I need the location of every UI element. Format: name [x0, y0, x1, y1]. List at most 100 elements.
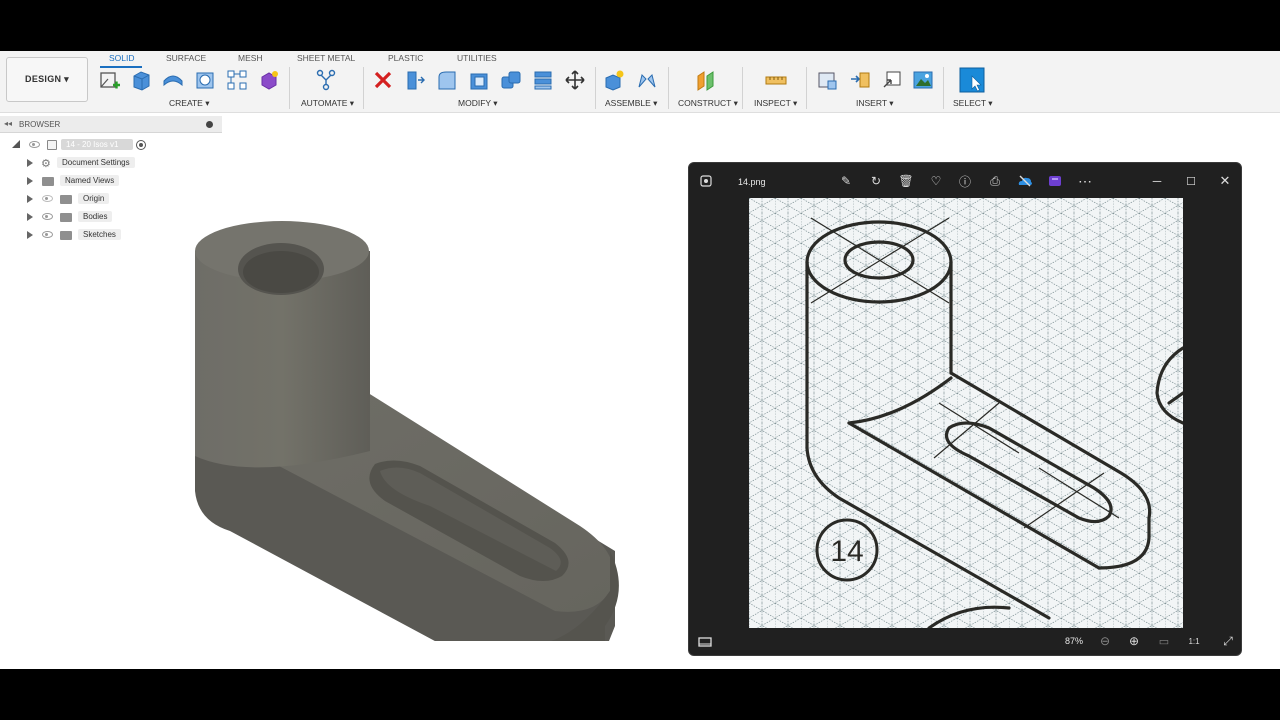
toolbar-separator [363, 67, 364, 109]
new-component-icon[interactable] [603, 69, 625, 91]
offset-plane-icon[interactable] [695, 69, 717, 91]
press-pull-icon[interactable] [404, 69, 426, 91]
toolbar-separator [595, 67, 596, 109]
tab-mesh[interactable]: MESH [238, 53, 263, 63]
joint-icon[interactable] [636, 69, 658, 91]
tab-utilities[interactable]: UTILITIES [457, 53, 497, 63]
insert-canvas-icon[interactable] [912, 69, 934, 91]
zoom-out-icon[interactable]: ⊖ [1097, 633, 1113, 649]
tab-solid[interactable]: SOLID [109, 53, 135, 63]
visibility-eye-icon[interactable] [42, 231, 53, 238]
onedrive-icon[interactable] [1017, 173, 1033, 189]
insert-mcmaster-icon[interactable] [849, 69, 871, 91]
minimize-icon[interactable]: ─ [1149, 173, 1165, 189]
toolbar-separator [668, 67, 669, 109]
visibility-eye-icon[interactable] [42, 195, 53, 202]
insert-group-label[interactable]: INSERT ▾ [856, 98, 894, 109]
expand-triangle-icon[interactable] [27, 213, 33, 221]
tree-label-document-settings[interactable]: Document Settings [57, 157, 135, 168]
revolve-icon[interactable] [162, 69, 184, 91]
select-icon[interactable] [959, 67, 985, 93]
insert-derive-icon[interactable] [816, 69, 838, 91]
info-icon[interactable]: ⓘ [957, 173, 973, 189]
tree-label-sketches[interactable]: Sketches [78, 229, 121, 240]
actual-size-icon[interactable]: 1:1 [1186, 633, 1202, 649]
rectangular-pattern-icon[interactable] [226, 69, 248, 91]
fit-window-icon[interactable]: ▭ [1156, 633, 1172, 649]
delete-icon[interactable]: 🗑 [898, 173, 914, 189]
photos-viewer-window: 14.png ✎ ↻ 🗑 ♡ ⓘ ⎙ ⋯ ─ ☐ ✕ 14 87% ⊖ ⊕ ▭ … [688, 162, 1242, 656]
isometric-drawing: 14 [749, 198, 1183, 628]
combine-icon[interactable] [500, 69, 522, 91]
collapse-browser-icon[interactable]: ◂◂ [4, 119, 12, 128]
model-boss-hole-inner [243, 251, 319, 293]
document-name[interactable]: 14 - 20 Isos v1 [61, 139, 133, 150]
filmstrip-icon[interactable] [697, 634, 713, 650]
design-workspace-button[interactable]: DESIGN ▾ [6, 57, 88, 102]
toolbar-separator [806, 67, 807, 109]
construct-group-label[interactable]: CONSTRUCT ▾ [678, 98, 738, 109]
tree-row-document[interactable]: 14 - 20 Isos v1 [0, 137, 222, 153]
folder-icon [60, 195, 72, 204]
tree-label-named-views[interactable]: Named Views [60, 175, 120, 186]
insert-mesh-icon[interactable] [881, 69, 903, 91]
inspect-group-label[interactable]: INSPECT ▾ [754, 98, 797, 109]
fusion-app-window: DESIGN ▾ SOLID SURFACE MESH SHEET METAL … [0, 51, 1280, 669]
photo-image[interactable]: 14 [749, 198, 1183, 628]
automate-group-label[interactable]: AUTOMATE ▾ [301, 98, 354, 109]
document-icon [47, 140, 57, 150]
zoom-level[interactable]: 87% [1065, 636, 1083, 646]
offset-face-icon[interactable] [532, 69, 554, 91]
favorite-icon[interactable]: ♡ [928, 173, 944, 189]
more-icon[interactable]: ⋯ [1077, 173, 1093, 189]
edit-icon[interactable]: ✎ [838, 173, 854, 189]
clipchamp-icon[interactable] [1047, 173, 1063, 189]
tab-sheet-metal[interactable]: SHEET METAL [297, 53, 355, 63]
close-icon[interactable]: ✕ [1217, 173, 1233, 189]
visibility-eye-icon[interactable] [29, 141, 40, 148]
shell-icon[interactable] [468, 69, 490, 91]
expand-triangle-icon[interactable] [27, 195, 33, 203]
delete-icon[interactable] [372, 69, 394, 91]
folder-icon [60, 231, 72, 240]
print-icon[interactable]: ⎙ [987, 173, 1003, 189]
extrude-icon[interactable] [130, 69, 152, 91]
toolbar-separator [943, 67, 944, 109]
create-group-label[interactable]: CREATE ▾ [169, 98, 209, 109]
modify-group-label[interactable]: MODIFY ▾ [458, 98, 498, 109]
expand-triangle-icon[interactable] [27, 159, 33, 167]
activate-radio-icon[interactable] [136, 140, 146, 150]
folder-icon [60, 213, 72, 222]
assemble-group-label[interactable]: ASSEMBLE ▾ [605, 98, 657, 109]
tab-plastic[interactable]: PLASTIC [388, 53, 423, 63]
toolbar-separator [289, 67, 290, 109]
expand-triangle-icon[interactable] [27, 177, 33, 185]
fullscreen-icon[interactable]: ⤢ [1220, 633, 1236, 649]
visibility-eye-icon[interactable] [42, 213, 53, 220]
3d-model-viewport[interactable] [180, 161, 640, 641]
fillet-icon[interactable] [436, 69, 458, 91]
create-sketch-icon[interactable] [99, 69, 121, 91]
move-copy-icon[interactable] [564, 69, 586, 91]
zoom-in-icon[interactable]: ⊕ [1126, 633, 1142, 649]
toolbar-separator [742, 67, 743, 109]
photos-app-icon [700, 175, 712, 187]
tab-surface[interactable]: SURFACE [166, 53, 206, 63]
browser-options-icon[interactable] [206, 121, 213, 128]
create-form-icon[interactable] [258, 69, 280, 91]
browser-title: BROWSER [19, 120, 61, 129]
maximize-icon[interactable]: ☐ [1183, 173, 1199, 189]
gear-icon: ⚙ [41, 158, 51, 170]
folder-icon [42, 177, 54, 186]
tree-label-origin[interactable]: Origin [78, 193, 110, 204]
rotate-icon[interactable]: ↻ [868, 173, 884, 189]
automate-icon[interactable] [315, 69, 337, 91]
tree-label-bodies[interactable]: Bodies [78, 211, 113, 222]
measure-icon[interactable] [765, 69, 787, 91]
select-group-label[interactable]: SELECT ▾ [953, 98, 993, 109]
browser-header: ◂◂ BROWSER [0, 116, 222, 133]
expand-triangle-icon[interactable] [27, 231, 33, 239]
hole-icon[interactable] [194, 69, 216, 91]
expanded-triangle-icon[interactable] [12, 140, 20, 148]
photos-filename: 14.png [738, 177, 766, 187]
